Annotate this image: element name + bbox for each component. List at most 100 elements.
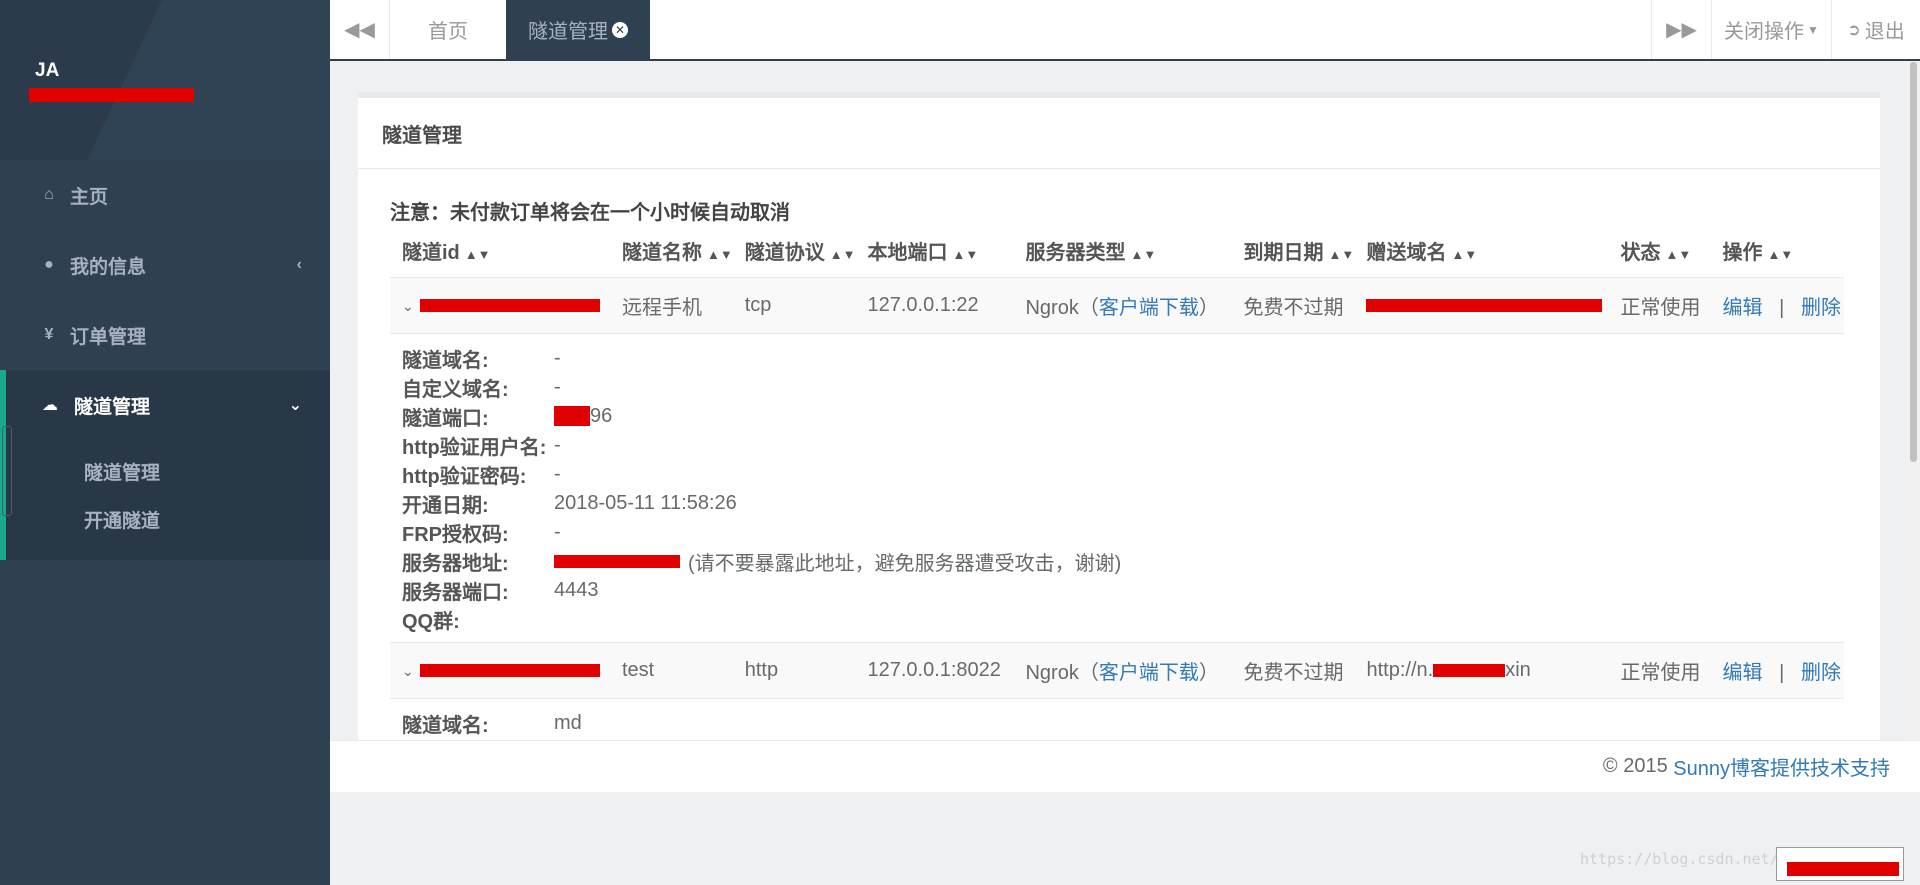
sort-icon: ▲▼ [952, 246, 979, 262]
tab-home[interactable]: 首页 [390, 0, 506, 59]
redacted-tunnel-id [419, 298, 600, 312]
col-header-expiry[interactable]: 到期日期 ▲▼ [1231, 224, 1355, 278]
cloud-icon: ☁ [42, 397, 58, 414]
logout-button[interactable]: ➲ 退出 [1831, 0, 1920, 59]
yen-icon: ¥ [44, 326, 54, 343]
server-type-cell: Ngrok（客户端下载） [1013, 277, 1232, 334]
col-header-protocol[interactable]: 隧道协议 ▲▼ [732, 224, 856, 278]
footer: © 2015 Sunny博客提供技术支持 [330, 740, 1920, 792]
col-header-server-type[interactable]: 服务器类型 ▲▼ [1013, 224, 1232, 278]
username[interactable]: JA [35, 60, 330, 82]
unpaid-notice: 注意：未付款订单将会在一个小时候自动取消 [390, 202, 790, 224]
tunnel-detail: 隧道域名: - 自定义域名: - 隧道端口: 96 http验证用户名: - http验… [390, 334, 1844, 642]
actions-cell: 编辑 | 删除 [1710, 642, 1844, 699]
copyright-text: © 2015 [1602, 755, 1668, 777]
detail-row: 隧道域名: md [390, 698, 1844, 740]
redacted-tunnel-id [419, 663, 600, 677]
separator: | [1779, 661, 1785, 684]
tunnel-local-port: 127.0.0.1:22 [855, 277, 1014, 334]
table-row[interactable]: ⌄ 远程手机 tcp 127.0.0.1:22 Ngrok（客户端下载） 免费不… [390, 277, 1844, 334]
table-header-row: 隧道id ▲▼ 隧道名称 ▲▼ 隧道协议 ▲▼ 本地端口 ▲▼ 服务器类型 ▲▼ 到期日期… [390, 224, 1844, 278]
redacted-domain [1433, 663, 1506, 677]
tunnel-status: 正常使用 [1608, 277, 1711, 334]
double-left-arrow-icon: ◀◀ [344, 19, 375, 41]
sidebar: JA ⌂ 主页 ● 我的信息 ‹ ¥ 订单管理 ☁ 隧道管理 ⌄ 隧道管理 开通… [0, 0, 330, 885]
detail-line: 服务器端口: 4443 [402, 578, 599, 604]
redacted-server-address [554, 554, 680, 568]
close-tab-icon[interactable]: ✕ [612, 21, 628, 38]
user-icon: ● [44, 256, 54, 273]
tunnel-name: 远程手机 [610, 277, 733, 334]
edit-link[interactable]: 编辑 [1722, 297, 1762, 319]
sidebar-subitem-tunnel-manage[interactable]: 隧道管理 [84, 450, 330, 498]
redacted-email [29, 88, 194, 102]
separator: | [1779, 296, 1785, 319]
tunnel-expiry: 免费不过期 [1231, 642, 1355, 699]
sidebar-item-home[interactable]: ⌂ 主页 [0, 160, 330, 230]
detail-line: 自定义域名: - [402, 375, 561, 401]
tunnel-id-cell: ⌄ [390, 642, 610, 699]
table-row[interactable]: ⌄ test http 127.0.0.1:8022 Ngrok（客户端下载） … [390, 642, 1844, 699]
col-header-actions[interactable]: 操作 ▲▼ [1710, 224, 1844, 278]
tab-label: 隧道管理 [528, 21, 608, 43]
tunnel-expiry: 免费不过期 [1231, 277, 1355, 334]
delete-link[interactable]: 删除 [1801, 662, 1841, 684]
panel-title: 隧道管理 [358, 98, 1880, 169]
sidebar-item-tunnels: ☁ 隧道管理 ⌄ 隧道管理 开通隧道 [0, 370, 330, 560]
tunnel-detail: 隧道域名: md [390, 699, 1844, 741]
sidebar-item-label: 主页 [70, 186, 109, 208]
tunnel-status: 正常使用 [1608, 642, 1711, 699]
sidebar-item-orders[interactable]: ¥ 订单管理 [0, 300, 330, 370]
col-header-status[interactable]: 状态 ▲▼ [1608, 224, 1711, 278]
detail-line: http验证用户名: - [402, 433, 561, 459]
sidebar-subitem-open-tunnel[interactable]: 开通隧道 [84, 498, 330, 546]
col-header-name[interactable]: 隧道名称 ▲▼ [610, 224, 733, 278]
tunnel-local-port: 127.0.0.1:8022 [855, 642, 1014, 699]
brand-link[interactable]: Sunny博客提供技术支持 [1673, 752, 1890, 781]
sidebar-item-my-info[interactable]: ● 我的信息 ‹ [0, 230, 330, 300]
tunnel-protocol: http [732, 642, 856, 699]
sort-icon: ▲▼ [1451, 246, 1478, 262]
caret-down-icon: ▼ [1807, 22, 1819, 37]
profile-header: JA [0, 0, 330, 160]
client-download-link[interactable]: 客户端下载 [1099, 662, 1199, 684]
col-header-id[interactable]: 隧道id ▲▼ [390, 224, 610, 278]
vertical-scrollbar[interactable] [1907, 62, 1920, 740]
sidebar-item-label: 隧道管理 [74, 396, 151, 418]
tunnel-protocol: tcp [732, 277, 856, 334]
expand-icon[interactable]: ⌄ [402, 298, 414, 315]
client-download-link[interactable]: 客户端下载 [1099, 297, 1199, 319]
sort-icon: ▲▼ [1328, 246, 1355, 262]
col-header-local-port[interactable]: 本地端口 ▲▼ [855, 224, 1014, 278]
edit-link[interactable]: 编辑 [1722, 662, 1762, 684]
sidebar-drag-handle[interactable] [2, 426, 12, 516]
tab-scroll-left-button[interactable]: ◀◀ [330, 0, 390, 59]
scrollbar-thumb[interactable] [1910, 62, 1917, 462]
topbar: ◀◀ 首页 隧道管理 ✕ ▶▶ 关闭操作 ▼ ➲ 退出 [330, 0, 1920, 61]
sort-icon: ▲▼ [1767, 246, 1794, 262]
sidebar-item-label: 我的信息 [70, 256, 147, 278]
detail-line: 开通日期: 2018-05-11 11:58:26 [402, 491, 737, 517]
redacted-domain [1366, 298, 1603, 312]
delete-link[interactable]: 删除 [1801, 297, 1841, 319]
tab-scroll-right-button[interactable]: ▶▶ [1651, 0, 1711, 59]
double-right-arrow-icon: ▶▶ [1666, 19, 1697, 41]
detail-line: 隧道域名: - [402, 346, 561, 372]
detail-line: 服务器地址: (请不要暴露此地址，避免服务器遭受攻击，谢谢) [402, 552, 1122, 575]
free-domain-cell [1354, 277, 1609, 334]
sidebar-item-tunnels-header[interactable]: ☁ 隧道管理 ⌄ [6, 370, 330, 440]
sort-icon: ▲▼ [1665, 246, 1692, 262]
tunnel-panel: 隧道管理 注意：未付款订单将会在一个小时候自动取消 隧道id ▲▼ 隧道名称 ▲▼ … [358, 92, 1880, 740]
close-ops-dropdown[interactable]: 关闭操作 ▼ [1711, 0, 1831, 59]
col-header-domain[interactable]: 赠送域名 ▲▼ [1354, 224, 1609, 278]
tunnel-name: test [610, 642, 733, 699]
detail-line: 隧道端口: 96 [402, 404, 613, 430]
detail-line: 隧道域名: md [402, 711, 582, 737]
sort-icon: ▲▼ [464, 246, 491, 262]
expand-icon[interactable]: ⌄ [402, 663, 414, 680]
detail-line: FRP授权码: - [402, 520, 561, 546]
sort-icon: ▲▼ [1130, 246, 1157, 262]
tab-label: 首页 [428, 21, 468, 43]
detail-line: QQ群: [402, 610, 460, 633]
tab-tunnels[interactable]: 隧道管理 ✕ [506, 0, 650, 59]
